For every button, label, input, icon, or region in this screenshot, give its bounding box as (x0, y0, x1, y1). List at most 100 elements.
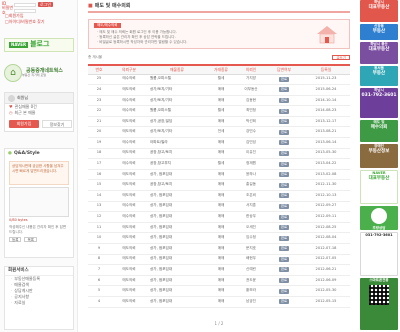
table-row[interactable]: 9 매도의뢰 상가, 점포임대 매매 문지호 완료 2012-07-18 (88, 243, 350, 255)
table-row[interactable]: 11 매도의뢰 상가, 점포임대 매매 오세진 완료 2012-08-25 (88, 222, 350, 234)
table-row[interactable]: 17 매수의뢰 공장,창고부지 월세 정재원 완료 2013-04-22 (88, 158, 350, 170)
right-banner[interactable]: 스마트폰전용 (360, 278, 398, 330)
table-row[interactable]: 19 매수의뢰 아파트/빌라 매매 김민성 완료 2013-06-14 (88, 137, 350, 149)
col-kind[interactable]: 의뢰구분 (110, 64, 148, 75)
cell-kind: 매도의뢰 (110, 285, 148, 297)
table-row[interactable]: 15 매도의뢰 공장,창고/토지 매매 홍길동 완료 2012-11-30 (88, 179, 350, 192)
cell-type[interactable]: 상가, 점포임대 (148, 232, 206, 244)
cell-no: 9 (88, 243, 110, 255)
cell-type[interactable]: 상가, 점포임대 (148, 264, 206, 276)
table-row[interactable]: 16 매도의뢰 상가, 점포임대 매매 윤하나 완료 2013-02-08 (88, 169, 350, 181)
cell-type[interactable]: 상가, 점포임대 (148, 190, 206, 202)
right-banner[interactable]: NAVER 대표부동산 (360, 170, 398, 204)
qna-list-button[interactable]: 목록 (24, 236, 37, 242)
col-type[interactable]: 매물종류 (148, 64, 206, 75)
pagination[interactable]: 1 / 2 (88, 321, 350, 326)
cell-type[interactable]: 공장,창고/토지 (148, 179, 206, 192)
member-menu: 회원서비스 부동산매물등록 매물검색 상담게시판 공지사항 자료실 (4, 266, 74, 330)
col-name[interactable]: 의뢰인 (236, 64, 266, 75)
right-banner[interactable]: 매도 및 매수의뢰 (360, 120, 398, 142)
table-row[interactable]: 25 매수의뢰 원룸,오피스텔 월세 가지방 완료 2015-11-23 (88, 74, 350, 86)
table-row[interactable]: 5 매도의뢰 상가, 점포임대 매매 황보라 완료 2012-05-30 (88, 285, 350, 297)
cell-type[interactable]: 상가/토지/기타 (148, 95, 206, 107)
table-row[interactable]: 4 매도의뢰 상가, 점포임대 매매 남궁진 완료 2012-05-15 (88, 296, 350, 308)
cell-deal: 매매 (206, 84, 236, 96)
cell-type[interactable]: 공장,창고/토지 (148, 148, 206, 160)
find-account-link[interactable]: 아이디/비밀번호 찾기 (5, 19, 45, 24)
cell-type[interactable]: 상가, 점포임대 (148, 296, 206, 308)
table-row[interactable]: 18 매도의뢰 공장,창고/토지 매매 이유진 완료 2013-05-30 (88, 148, 350, 160)
right-banner[interactable]: 신장동 부동산 (360, 24, 398, 40)
cell-kind: 매수의뢰 (110, 137, 148, 149)
table-row[interactable]: 21 매도의뢰 상가,공장,빌딩 매매 박선희 완료 2013-12-17 (88, 116, 350, 128)
cell-type[interactable]: 상가, 점포임대 (148, 169, 206, 181)
menu-title: 회원서비스 (5, 267, 73, 276)
banner-small-text: 초방상담 (372, 226, 386, 230)
table-toolbar: 총 게시물 글쓰기 (88, 54, 350, 61)
right-banner[interactable]: 031-792-3601 (360, 232, 398, 276)
password-input[interactable] (14, 8, 36, 13)
table-row[interactable]: 22 매수의뢰 원룸,오피스텔 월세 최민정 완료 2014-08-23 (88, 105, 350, 117)
col-date[interactable]: 등록일 (302, 64, 350, 75)
table-row[interactable]: 13 매수의뢰 상가, 점포임대 매매 서지훈 완료 2012-09-27 (88, 201, 350, 213)
cell-date: 2012-09-27 (302, 201, 350, 213)
cell-type[interactable]: 상가, 점포임대 (148, 275, 206, 287)
right-banner[interactable]: 동서울 부동산 (360, 66, 398, 86)
network-ad-banner[interactable]: ⌂ 공동중개네트웍스 부동산 직거래 포털 (4, 62, 74, 84)
cell-deal: 매매 (206, 137, 236, 149)
cell-type[interactable]: 상가, 점포임대 (148, 211, 206, 223)
recent-row[interactable]: ◷ 최근 본 매물 (5, 110, 73, 116)
table-row[interactable]: 20 매도의뢰 상가/토지/기타 전세 강민수 완료 2013-08-21 (88, 126, 350, 139)
cell-type[interactable]: 아파트/빌라 (148, 137, 206, 149)
table-row[interactable]: 12 매수의뢰 상가, 점포임대 매매 한상우 완료 2012-09-11 (88, 211, 350, 223)
banner-big-text: 부동산정보 (368, 148, 390, 154)
menu-item[interactable]: 자료실 (5, 300, 73, 306)
cell-type[interactable]: 상가, 점포임대 (148, 243, 206, 255)
col-status[interactable]: 답변여부 (266, 64, 302, 75)
table-row[interactable]: 23 매수의뢰 상가/토지/기타 매매 김동현 완료 2014-10-14 (88, 95, 350, 107)
join-button[interactable]: 회원가입 (9, 120, 39, 128)
right-banner[interactable]: 하남시 풍산 대표부동산 (360, 42, 398, 64)
page: ID 로그인 비밀번호 회원가입 아이디/비밀번호 찾기 NAVER 블로그 ⌂… (0, 0, 400, 332)
find-info-button[interactable]: 정보찾기 (42, 120, 72, 128)
col-no[interactable]: 번호 (88, 64, 110, 75)
cell-kind: 매도의뢰 (110, 116, 148, 128)
table-row[interactable]: 24 매도의뢰 상가/토지/기타 매매 이부동산 완료 2015-06-24 (88, 84, 350, 96)
col-deal[interactable]: 거래종류 (206, 64, 236, 75)
cell-name: 이부동산 (236, 84, 266, 96)
table-row[interactable]: 8 매도의뢰 상가, 점포임대 매매 배현우 완료 2012-07-05 (88, 254, 350, 266)
table-row[interactable]: 6 매도의뢰 상가, 점포임대 매매 권도윤 완료 2012-06-09 (88, 275, 350, 287)
right-banner[interactable]: 초방상담 (360, 206, 398, 230)
cell-type[interactable]: 상가, 점포임대 (148, 201, 206, 213)
table-row[interactable]: 14 매도의뢰 상가, 점포임대 매매 조은비 완료 2012-10-13 (88, 190, 350, 202)
naver-logo: NAVER (9, 41, 29, 49)
write-button[interactable]: 글쓰기 (332, 55, 350, 60)
table-row[interactable]: 7 매도의뢰 상가, 점포임대 매매 신예린 완료 2012-06-21 (88, 264, 350, 276)
cell-deal: 매매 (206, 275, 236, 287)
cell-kind: 매도의뢰 (110, 296, 148, 308)
login-button[interactable]: 로그인 (38, 2, 54, 7)
cell-type[interactable]: 상가, 점포임대 (148, 222, 206, 234)
cell-type[interactable]: 상가,공장,빌딩 (148, 116, 206, 128)
cell-type[interactable]: 상가, 점포임대 (148, 285, 206, 297)
right-banner[interactable]: 하남시 대표부동산 (360, 0, 398, 22)
cell-date: 2012-11-30 (302, 179, 350, 192)
id-input[interactable] (14, 2, 36, 7)
right-banner[interactable]: 하남시 031-792-3601 (360, 88, 398, 118)
status-badge: 완료 (278, 150, 290, 156)
banner-big-text: 매수의뢰 (370, 124, 388, 130)
cell-type[interactable]: 공장,창고부지 (148, 158, 206, 170)
cell-type[interactable]: 원룸,오피스텔 (148, 74, 206, 86)
status-badge: 완료 (278, 267, 290, 273)
qna-textarea[interactable] (9, 187, 69, 217)
table-row[interactable]: 10 매도의뢰 상가, 점포임대 매매 임수정 완료 2012-08-04 (88, 232, 350, 244)
naver-blog-banner[interactable]: NAVER 블로그 (4, 38, 74, 52)
page-heading: ■ 매도 및 매수의뢰 (88, 3, 350, 13)
cell-type[interactable]: 상가, 점포임대 (148, 254, 206, 266)
right-banner[interactable]: 장애인 부동산정보 (360, 144, 398, 168)
cell-type[interactable]: 상가/토지/기타 (148, 84, 206, 96)
cell-name: 한상우 (236, 211, 266, 223)
cell-type[interactable]: 상가/토지/기타 (148, 126, 206, 139)
qna-submit-button[interactable]: 등록 (9, 236, 22, 242)
cell-type[interactable]: 원룸,오피스텔 (148, 105, 206, 117)
